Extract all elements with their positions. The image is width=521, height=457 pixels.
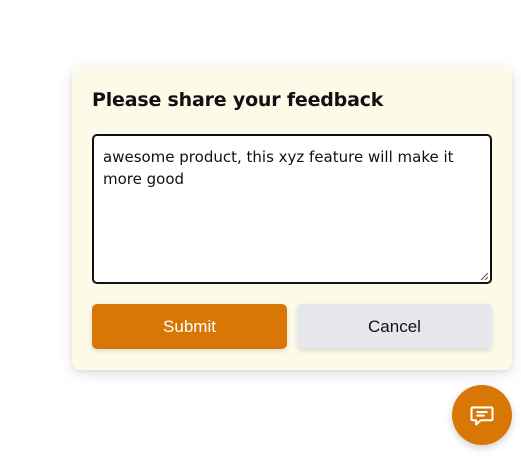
submit-button[interactable]: Submit [92, 304, 287, 349]
feedback-card: Please share your feedback Submit Cancel [72, 66, 512, 370]
cancel-button[interactable]: Cancel [297, 304, 492, 349]
chat-fab-button[interactable] [452, 385, 512, 445]
chat-message-icon [470, 406, 494, 426]
feedback-title: Please share your feedback [92, 89, 384, 111]
feedback-textarea-wrapper [92, 134, 492, 284]
button-row: Submit Cancel [92, 304, 492, 349]
feedback-textarea[interactable] [92, 134, 492, 284]
